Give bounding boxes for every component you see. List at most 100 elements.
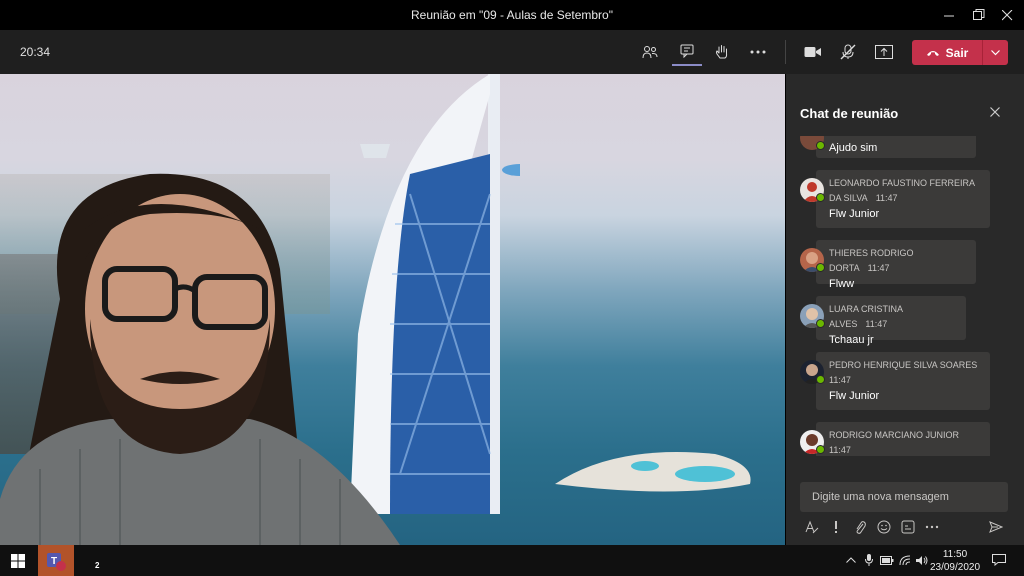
chat-message: RODRIGO MARCIANO JUNIOR 11:47: [800, 422, 990, 456]
close-chat-button[interactable]: [990, 104, 1000, 120]
message-time: 11:47: [865, 319, 888, 329]
more-actions-button[interactable]: [743, 38, 773, 66]
participant-video: [0, 173, 400, 545]
teams-badge: 2: [95, 561, 100, 570]
windows-logo-icon: [11, 553, 25, 568]
send-button[interactable]: [988, 518, 1004, 536]
leave-main[interactable]: Sair: [912, 46, 982, 60]
camera-button[interactable]: [798, 38, 828, 66]
leave-label: Sair: [945, 45, 969, 60]
message-meta: RODRIGO MARCIANO JUNIOR 11:47: [829, 428, 980, 456]
presence-available-icon: [816, 263, 825, 272]
compose-toolbar: [804, 518, 1014, 538]
message-bubble: LUARA CRISTINA ALVES 11:47 Tchaau jr: [816, 296, 966, 346]
window-title: Reunião em "09 - Aulas de Setembro": [411, 8, 613, 22]
format-icon: [805, 520, 819, 534]
presence-available-icon: [816, 319, 825, 328]
chat-message-list[interactable]: Ajudo sim LEONARDO FAUSTINO FERREIRA DA …: [786, 136, 1024, 456]
start-button[interactable]: [0, 545, 36, 576]
hand-icon: [716, 45, 728, 59]
chat-message: LEONARDO FAUSTINO FERREIRA DA SILVA 11:47…: [800, 170, 990, 228]
battery-icon: [880, 555, 894, 565]
more-icon: [925, 525, 939, 529]
message-text: Flww: [829, 278, 855, 290]
emoji-icon: [877, 520, 891, 534]
sticker-button[interactable]: [900, 518, 916, 536]
show-chat-button[interactable]: [672, 38, 702, 66]
people-icon: [642, 46, 658, 59]
more-options-button[interactable]: [924, 518, 940, 536]
background-island-image: [555, 452, 751, 492]
camera-icon: [804, 47, 821, 57]
leave-button[interactable]: Sair: [912, 40, 1008, 65]
chevron-up-icon: [846, 557, 856, 563]
presence-available-icon: [816, 193, 825, 202]
message-text: Ajudo sim: [829, 142, 878, 154]
presence-available-icon: [816, 445, 825, 454]
action-center-icon: [992, 554, 1006, 566]
notifications-button[interactable]: [990, 551, 1008, 569]
teams-taskbar-button[interactable]: T 2: [38, 545, 99, 576]
microphone-tray-icon[interactable]: [860, 551, 878, 569]
paperclip-icon: [856, 521, 866, 534]
meeting-toolbar: 20:34 Sair: [0, 30, 1024, 74]
message-text: Tchaau jr: [829, 334, 874, 346]
message-bubble: THIERES RODRIGO DORTA 11:47 Flww: [816, 240, 976, 290]
message-bubble: Ajudo sim: [816, 136, 976, 158]
participants-button[interactable]: [635, 38, 665, 66]
message-text: Flw Junior: [829, 208, 880, 220]
message-compose-input[interactable]: Digite uma nova mensagem: [800, 482, 1008, 512]
format-button[interactable]: [804, 518, 820, 536]
teams-app-icon: T: [47, 552, 66, 571]
minimize-icon: [943, 15, 954, 16]
emoji-button[interactable]: [876, 518, 892, 536]
raise-hand-button[interactable]: [707, 38, 737, 66]
message-bubble: LEONARDO FAUSTINO FERREIRA DA SILVA 11:47…: [816, 170, 990, 228]
message-meta: LUARA CRISTINA ALVES 11:47: [829, 302, 956, 332]
send-icon: [989, 521, 1003, 533]
leave-options-button[interactable]: [982, 40, 1008, 65]
window-titlebar: Reunião em "09 - Aulas de Setembro": [0, 0, 1024, 30]
share-button[interactable]: [869, 38, 899, 66]
message-sender: LEONARDO FAUSTINO FERREIRA DA SILVA: [829, 178, 975, 203]
wifi-icon: [899, 555, 911, 565]
battery-tray-icon[interactable]: [878, 551, 896, 569]
chevron-down-icon: [991, 49, 1000, 55]
message-text: Flw Junior: [829, 390, 880, 402]
message-bubble: PEDRO HENRIQUE SILVA SOARES 11:47 Flw Ju…: [816, 352, 990, 410]
show-hidden-icons-button[interactable]: [842, 551, 860, 569]
chat-message: THIERES RODRIGO DORTA 11:47 Flww: [800, 240, 980, 290]
sticker-icon: [901, 520, 915, 534]
mic-icon: [865, 554, 873, 566]
toolbar-divider: [785, 40, 786, 64]
meeting-duration: 20:34: [20, 45, 51, 59]
chat-icon: [680, 44, 693, 58]
taskbar-date: 23/09/2020: [929, 562, 981, 573]
taskbar-clock[interactable]: 11:50 23/09/2020: [925, 548, 985, 574]
message-time: 11:47: [867, 263, 890, 273]
attach-button[interactable]: [852, 518, 868, 536]
message-time: 11:47: [875, 193, 898, 203]
close-window-button[interactable]: [990, 0, 1024, 30]
taskbar-time: 11:50: [942, 549, 968, 560]
important-button[interactable]: [828, 518, 844, 536]
mic-off-icon: [840, 44, 856, 60]
close-icon: [1001, 9, 1012, 20]
message-time: 11:47: [829, 375, 851, 385]
mute-button[interactable]: [833, 38, 863, 66]
close-icon: [990, 107, 1000, 117]
restore-icon: [973, 9, 985, 20]
chat-message: PEDRO HENRIQUE SILVA SOARES 11:47 Flw Ju…: [800, 352, 990, 410]
hangup-icon: [926, 50, 939, 56]
wifi-tray-icon[interactable]: [896, 551, 914, 569]
meeting-chat-panel: Chat de reunião Ajudo sim LEONARDO FAUST…: [786, 74, 1024, 545]
minimize-button[interactable]: [932, 0, 966, 30]
chat-message: LUARA CRISTINA ALVES 11:47 Tchaau jr: [800, 296, 970, 346]
more-icon: [750, 50, 766, 54]
chat-message: Ajudo sim: [800, 136, 980, 158]
message-meta: THIERES RODRIGO DORTA 11:47: [829, 246, 966, 276]
share-screen-icon: [875, 45, 893, 59]
presence-available-icon: [816, 375, 825, 384]
message-time: 11:47: [829, 445, 851, 455]
chat-panel-title: Chat de reunião: [800, 106, 899, 121]
